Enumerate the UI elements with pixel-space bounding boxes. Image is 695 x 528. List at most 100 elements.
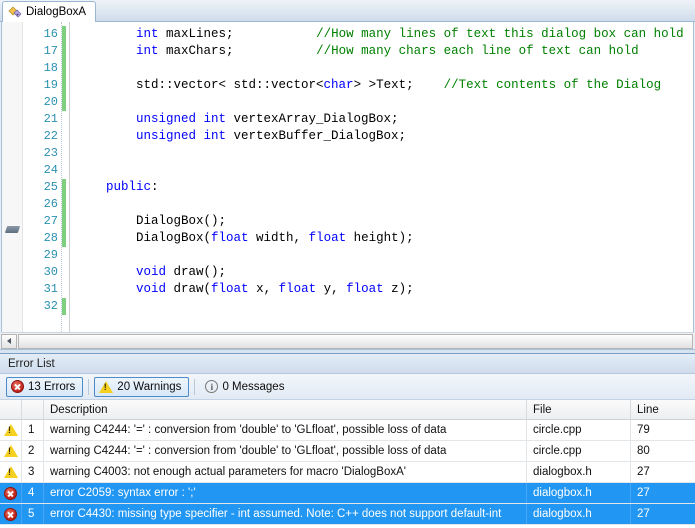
code-token-txt: > >Text;	[353, 78, 444, 92]
code-token-txt: DialogBox();	[76, 214, 227, 228]
table-row[interactable]: 3warning C4003: not enough actual parame…	[0, 462, 695, 483]
code-line[interactable]	[70, 162, 693, 179]
change-bar-cell	[61, 264, 69, 281]
column-header-description[interactable]: Description	[44, 400, 527, 419]
code-line[interactable]	[70, 60, 693, 77]
code-token-txt: y,	[316, 282, 347, 296]
code-token-txt: z);	[383, 282, 414, 296]
table-row[interactable]: 4 error C2059: syntax error : ';' dialogbo…	[0, 483, 695, 504]
column-header-line[interactable]: Line	[631, 400, 695, 419]
code-line[interactable]: DialogBox(float width, float height);	[70, 230, 693, 247]
editor-tab-label: DialogBoxA	[26, 6, 87, 18]
column-header-severity[interactable]	[0, 400, 22, 419]
filter-button-info[interactable]: i0 Messages	[200, 377, 292, 397]
editor-horizontal-scrollbar[interactable]	[1, 332, 694, 349]
code-token-txt: DialogBox(	[76, 231, 212, 245]
change-bar-cell	[62, 60, 66, 77]
column-header-index[interactable]	[22, 400, 44, 419]
code-line[interactable]: std::vector< std::vector<char> >Text; //…	[70, 77, 693, 94]
filter-button-warning[interactable]: 20 Warnings	[94, 376, 190, 397]
code-token-txt: x,	[248, 282, 279, 296]
code-line[interactable]	[70, 196, 693, 213]
filter-button-label: 13 Errors	[28, 380, 76, 393]
code-line[interactable]: public:	[70, 179, 693, 196]
column-header-file[interactable]: File	[527, 400, 631, 419]
line-number: 23	[43, 146, 58, 160]
toolbar-separator	[88, 378, 90, 395]
code-token-kw: float	[211, 282, 249, 296]
code-token-kw: public	[106, 180, 152, 194]
row-severity-cell	[0, 483, 22, 503]
scroll-left-arrow-icon[interactable]	[1, 333, 17, 349]
line-number: 22	[43, 129, 58, 143]
row-line-cell: 27	[637, 508, 650, 520]
row-line-cell: 80	[637, 445, 650, 457]
code-line[interactable]: DialogBox();	[70, 213, 693, 230]
code-line[interactable]	[70, 298, 693, 315]
line-number-gutter: 16 17 18 19 20 21 22 23 24 25 26 27 28 29 30 31 32	[23, 22, 61, 332]
horizontal-scroll-thumb[interactable]	[18, 333, 693, 349]
code-line[interactable]: unsigned int vertexArray_DialogBox;	[70, 111, 693, 128]
code-line[interactable]: void draw();	[70, 264, 693, 281]
line-number: 32	[43, 299, 58, 313]
filter-button-error[interactable]: 13 Errors	[6, 376, 84, 397]
code-token-kw: int	[136, 27, 159, 41]
table-row[interactable]: 5 error C4430: missing type specifier - i…	[0, 504, 695, 525]
row-index-cell: 3	[22, 462, 44, 482]
row-line-cell: 27	[637, 466, 650, 478]
code-line[interactable]	[70, 145, 693, 162]
row-index-cell: 2	[22, 441, 44, 461]
row-file-cell: circle.cpp	[527, 420, 631, 440]
line-number: 24	[43, 163, 58, 177]
editor-body[interactable]: 16 17 18 19 20 21 22 23 24 25 26 27 28 29 30 31 32 int m…	[1, 22, 694, 332]
code-token-kw: unsigned int	[136, 112, 227, 126]
change-bar-cell	[62, 213, 66, 230]
code-line[interactable]	[70, 247, 693, 264]
editor-bottom-edge	[0, 349, 695, 353]
row-file-cell: circle.cpp	[527, 441, 631, 461]
code-line[interactable]: void draw(float x, float y, float z);	[70, 281, 693, 298]
change-tracking-margin	[61, 22, 69, 332]
table-row[interactable]: 1warning C4244: '=' : conversion from 'd…	[0, 420, 695, 441]
code-line[interactable]: int maxLines; //How many lines of text t…	[70, 26, 693, 43]
info-icon: i	[205, 380, 219, 393]
table-row[interactable]: 2warning C4244: '=' : conversion from 'd…	[0, 441, 695, 462]
row-file-cell: dialogbox.h	[527, 462, 631, 482]
line-number: 18	[43, 61, 58, 75]
error-icon	[11, 380, 24, 393]
outlining-collapse-icon[interactable]	[4, 226, 21, 233]
code-line[interactable]: int maxChars; //How many chars each line…	[70, 43, 693, 60]
error-icon	[4, 507, 17, 521]
row-severity-cell	[0, 504, 22, 524]
change-bar-cell	[62, 196, 66, 213]
gutter-separator	[61, 22, 62, 332]
code-token-kw: float	[308, 231, 347, 245]
row-index-cell: 4	[22, 483, 44, 503]
row-index-cell: 5	[22, 504, 44, 524]
change-bar-cell	[62, 179, 66, 196]
error-list-header-row: Description File Line	[0, 400, 695, 420]
row-severity-cell	[0, 441, 22, 461]
line-number: 31	[43, 282, 58, 296]
change-bar-cell	[61, 128, 69, 145]
row-index-cell: 1	[22, 420, 44, 440]
code-line[interactable]	[70, 94, 693, 111]
error-list-table: Description File Line 1warning C4244: '=…	[0, 400, 695, 528]
code-token-txt: maxLines;	[158, 27, 317, 41]
change-bar-cell	[61, 111, 69, 128]
row-description-cell: error C2059: syntax error : ';'	[44, 483, 527, 503]
editor-tab-dialogboxa[interactable]: DialogBoxA	[2, 1, 97, 22]
change-bar-cell	[61, 162, 69, 179]
error-list-toolbar: 13 Errors 20 Warnings i0 Messages	[0, 374, 695, 400]
code-token-kw: void	[136, 265, 167, 279]
code-token-cmt: //Text contents of the Dialog	[443, 78, 662, 92]
code-token-txt: height);	[346, 231, 414, 245]
indicator-margin[interactable]	[2, 22, 23, 332]
change-bar-cell	[62, 26, 66, 43]
code-text-area[interactable]: int maxLines; //How many lines of text t…	[69, 22, 693, 332]
change-bar-cell	[61, 247, 69, 264]
error-list-title: Error List	[0, 354, 695, 374]
code-line[interactable]: unsigned int vertexBuffer_DialogBox;	[70, 128, 693, 145]
